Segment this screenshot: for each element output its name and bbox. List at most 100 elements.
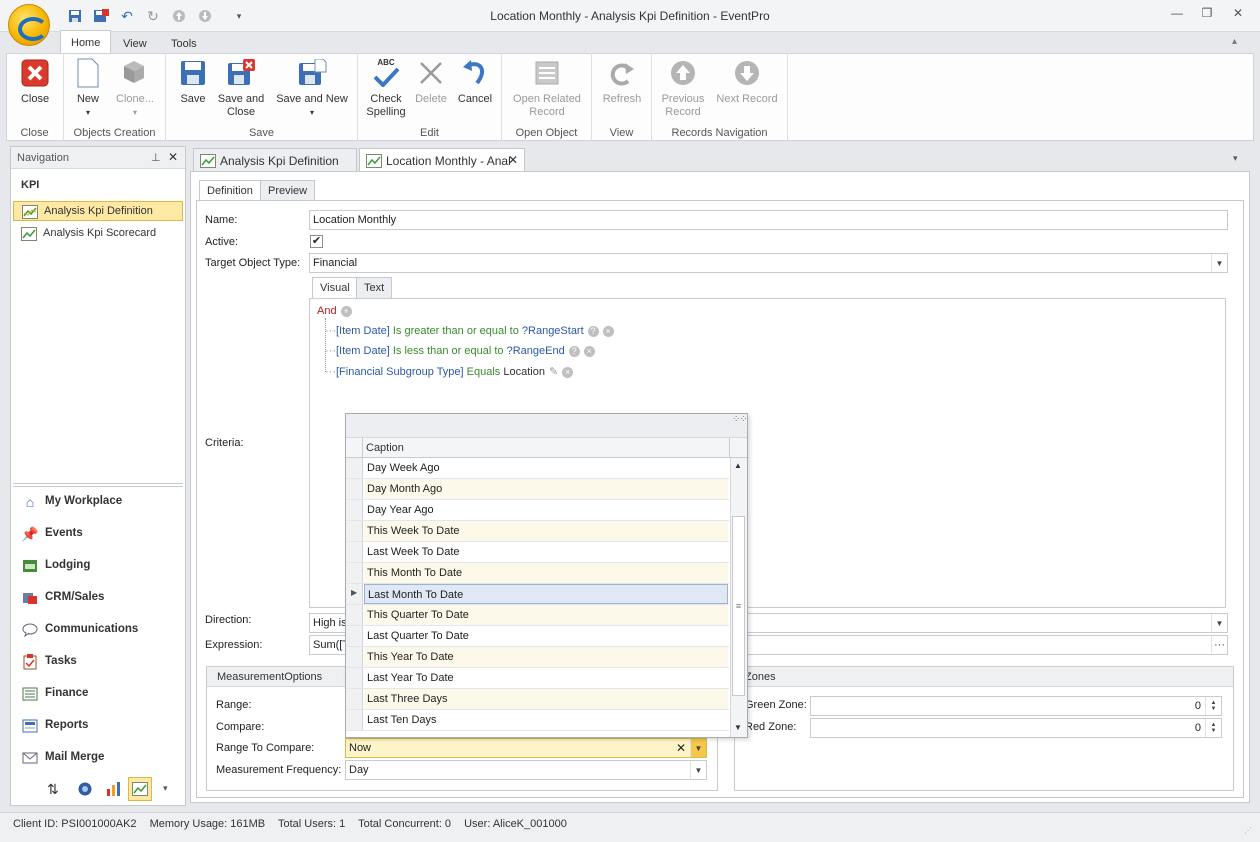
save-and-close-button[interactable]: Save and Close <box>216 57 266 119</box>
restore-icon[interactable]: ❐ <box>1194 6 1220 24</box>
popup-row[interactable]: This Quarter To Date <box>346 605 729 626</box>
ribbon-tab-view[interactable]: View <box>113 32 157 54</box>
nav-splitter[interactable] <box>13 483 183 487</box>
workplace-crm-sales[interactable]: CRM/Sales <box>19 586 183 610</box>
tab-text[interactable]: Text <box>356 277 393 298</box>
kpi-workplace-icon[interactable] <box>128 777 152 801</box>
popup-row[interactable]: This Month To Date <box>346 563 729 584</box>
dropdown-arrow-icon[interactable]: ▼ <box>690 739 706 757</box>
ellipsis-icon[interactable]: ··· <box>1211 636 1227 654</box>
popup-row[interactable]: Last Quarter To Date <box>346 626 729 647</box>
workplace-communications[interactable]: Communications <box>19 618 183 642</box>
add-condition-icon[interactable]: + <box>340 305 352 317</box>
green-zone-input[interactable]: 0 ▲ ▼ <box>810 696 1222 716</box>
save-and-new-button[interactable]: Save and New ▾ <box>272 57 352 119</box>
new-button[interactable]: New ▾ <box>72 57 104 119</box>
remove-condition-icon[interactable]: × <box>583 345 595 357</box>
globe-icon[interactable] <box>77 781 93 800</box>
tab-list-icon[interactable]: ▾ <box>1233 153 1238 164</box>
tab-close-icon[interactable]: ✕ <box>508 153 518 167</box>
nav-close-icon[interactable]: ✕ <box>168 150 178 164</box>
range-to-compare-select[interactable]: Now ✕ ▼ <box>345 738 707 758</box>
pin-icon[interactable]: ⊥ <box>151 151 161 164</box>
spin-buttons-icon[interactable]: ▲ ▼ <box>1205 697 1221 715</box>
target-object-type-select[interactable]: Financial ▼ <box>309 253 1228 273</box>
next-record-button[interactable]: Next Record <box>712 57 782 106</box>
tab-definition[interactable]: Definition <box>199 180 261 201</box>
caption-column-header[interactable]: Caption <box>366 442 404 454</box>
criteria-condition[interactable]: ···[Financial Subgroup Type] Equals Loca… <box>325 365 574 378</box>
open-related-record-button[interactable]: Open Related Record <box>506 57 588 119</box>
ribbon-tab-home[interactable]: Home <box>60 30 112 54</box>
help-icon[interactable]: ? <box>587 325 599 337</box>
save-button[interactable]: Save <box>174 57 212 106</box>
scroll-down-icon[interactable]: ▼ <box>734 723 742 732</box>
measurement-frequency-select[interactable]: Day ▼ <box>345 760 707 780</box>
popup-row[interactable]: ▶ Last Month To Date <box>346 584 729 605</box>
close-button[interactable]: Close <box>14 57 56 106</box>
doc-tab-location-monthly[interactable]: Location Monthly - Anal ✕ <box>359 148 525 172</box>
caption-cell: Last Week To Date <box>367 546 460 558</box>
criteria-condition[interactable]: ···[Item Date] Is greater than or equal … <box>325 325 614 337</box>
more-workplaces-icon[interactable]: ▾ <box>163 783 168 794</box>
workplace-finance[interactable]: Finance <box>19 682 183 706</box>
dropdown-arrow-icon[interactable]: ▼ <box>1211 254 1227 272</box>
clone-button[interactable]: Clone... ▾ <box>112 57 158 119</box>
popup-row[interactable]: Last Three Days <box>346 689 729 710</box>
criteria-root[interactable]: And + <box>317 305 352 317</box>
help-icon[interactable]: ? <box>568 345 580 357</box>
workplace-lodging[interactable]: Lodging <box>19 554 183 578</box>
workplace-tasks[interactable]: Tasks <box>19 650 183 674</box>
previous-record-button[interactable]: Previous Record <box>658 57 708 119</box>
check-spelling-button[interactable]: ABC Check Spelling <box>364 57 408 119</box>
popup-row[interactable]: Day Month Ago <box>346 479 729 500</box>
scroll-thumb[interactable]: ≡ <box>732 516 745 696</box>
popup-row[interactable]: Day Year Ago <box>346 500 729 521</box>
report-icon <box>21 717 39 735</box>
bar-chart-icon[interactable] <box>105 781 121 800</box>
workplace-my-workplace[interactable]: ⌂ My Workplace <box>19 490 183 514</box>
scroll-up-icon[interactable]: ▲ <box>734 461 742 470</box>
active-checkbox[interactable]: ✔ <box>310 235 323 248</box>
cancel-button[interactable]: Cancel <box>454 57 496 106</box>
range-label: Range: <box>216 699 252 711</box>
size-grip-icon[interactable]: ⋰ <box>1244 826 1252 835</box>
popup-scrollbar[interactable]: ▲ ≡ ▼ <box>730 458 747 737</box>
red-zone-input[interactable]: 0 ▲ ▼ <box>810 718 1222 738</box>
remove-condition-icon[interactable]: × <box>602 325 614 337</box>
popup-resize-grip-icon[interactable]: ⁘⁘ <box>732 414 748 425</box>
status-bar: Client ID: PSI001000AK2 Memory Usage: 16… <box>0 812 1260 842</box>
nav-item-analysis-kpi-definition[interactable]: Analysis Kpi Definition <box>13 201 183 221</box>
dropdown-arrow-icon[interactable]: ▼ <box>690 761 706 779</box>
popup-row[interactable]: Last Year To Date <box>346 668 729 689</box>
dropdown-arrow-icon[interactable]: ▼ <box>1211 614 1227 632</box>
popup-row[interactable]: This Year To Date <box>346 647 729 668</box>
name-input[interactable]: Location Monthly <box>309 210 1228 230</box>
delete-button[interactable]: Delete <box>412 57 450 106</box>
workplace-reports[interactable]: Reports <box>19 714 183 738</box>
criteria-condition[interactable]: ···[Item Date] Is less than or equal to … <box>325 345 595 357</box>
workplace-events[interactable]: 📌 Events <box>19 522 183 546</box>
remove-condition-icon[interactable]: × <box>562 366 574 378</box>
popup-toolbar <box>346 414 747 438</box>
caption-cell: Day Week Ago <box>367 462 440 474</box>
minimize-icon[interactable]: — <box>1164 6 1190 24</box>
tab-preview[interactable]: Preview <box>260 180 316 201</box>
clear-icon[interactable]: ✕ <box>676 741 686 755</box>
spin-buttons-icon[interactable]: ▲ ▼ <box>1205 719 1221 737</box>
ribbon-collapse-icon[interactable]: ▴ <box>1232 36 1237 47</box>
nav-item-analysis-kpi-scorecard[interactable]: Analysis Kpi Scorecard <box>13 224 183 244</box>
ribbon-tab-tools[interactable]: Tools <box>161 32 207 54</box>
popup-row[interactable]: Last Week To Date <box>346 542 729 563</box>
popup-row[interactable]: Last Ten Days <box>346 710 729 731</box>
refresh-button[interactable]: Refresh <box>598 57 646 106</box>
doc-tab-analysis-kpi-definition[interactable]: Analysis Kpi Definition <box>193 148 357 172</box>
edit-pencil-icon[interactable]: ✎ <box>549 366 558 378</box>
caption-cell: This Month To Date <box>364 563 728 583</box>
workplace-mail-merge[interactable]: Mail Merge <box>19 746 183 770</box>
popup-row[interactable]: This Week To Date <box>346 521 729 542</box>
popup-row[interactable]: Day Week Ago <box>346 458 729 479</box>
close-window-icon[interactable]: ✕ <box>1225 6 1251 24</box>
tab-visual[interactable]: Visual <box>312 277 358 298</box>
sort-arrows-icon[interactable]: ⇅ <box>47 781 59 798</box>
